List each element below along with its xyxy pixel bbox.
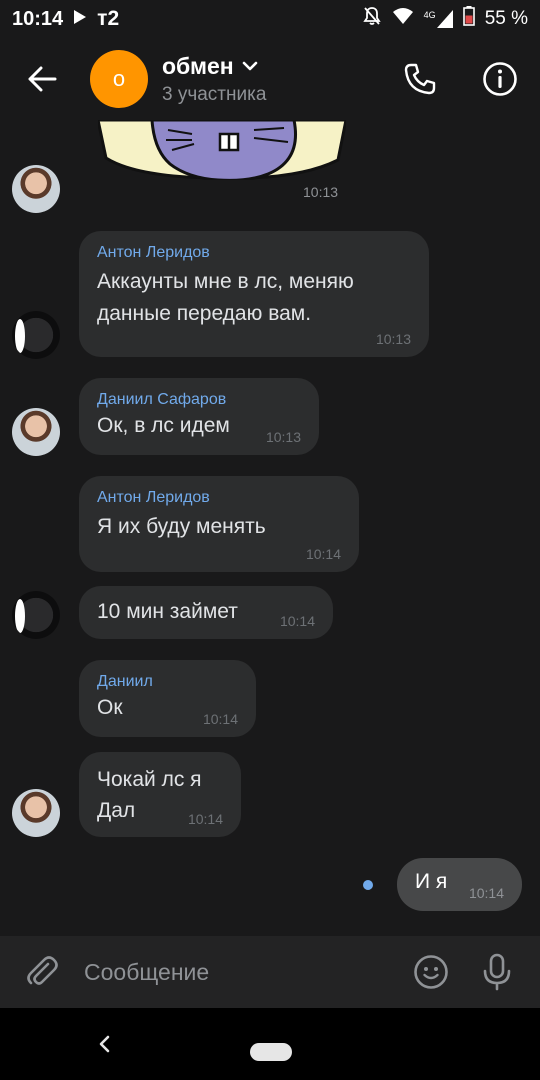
smiley-icon <box>414 955 448 989</box>
notifications-off-icon <box>362 6 382 32</box>
play-icon <box>73 8 87 31</box>
message-time: 10:14 <box>305 546 341 562</box>
message-text: Я их буду менять <box>97 515 266 538</box>
message-input[interactable] <box>84 936 398 1008</box>
attach-button[interactable] <box>0 936 84 1008</box>
chat-avatar-letter: о <box>112 66 126 91</box>
chat-title[interactable]: обмен <box>162 53 266 80</box>
message-composer <box>0 936 540 1008</box>
message-time: 10:14 <box>187 811 223 827</box>
home-pill[interactable] <box>250 1043 292 1061</box>
message-text: И я <box>415 870 448 893</box>
emoji-button[interactable] <box>398 936 464 1008</box>
message-bubble[interactable]: Даниил Сафаров Ок, в лс идем 10:13 <box>79 378 319 455</box>
unread-indicator <box>363 880 373 890</box>
message-time: 10:14 <box>202 711 238 727</box>
avatar[interactable] <box>12 789 60 837</box>
chat-title-text: обмен <box>162 52 234 79</box>
chevron-down-icon <box>242 61 257 71</box>
chat-avatar[interactable]: о <box>90 50 148 108</box>
message-bubble[interactable]: Антон Леридов Я их буду менять 10:14 <box>79 476 359 572</box>
status-time: 10:14 <box>12 7 64 30</box>
chat-title-block[interactable]: обмен 3 участника <box>162 53 266 106</box>
network-type: 4G <box>423 10 436 20</box>
chat-header: о обмен 3 участника <box>0 38 540 120</box>
message-bubble[interactable]: 10 мин займет 10:14 <box>79 586 333 639</box>
back-button[interactable] <box>0 38 84 120</box>
system-back-button[interactable] <box>92 1028 116 1060</box>
message-time: 10:14 <box>279 613 315 629</box>
avatar[interactable] <box>12 591 60 639</box>
wifi-icon <box>392 7 414 31</box>
microphone-icon <box>483 953 511 991</box>
battery-percentage: 55 % <box>484 8 528 29</box>
chat-subtitle: 3 участника <box>162 83 267 105</box>
message-bubble[interactable]: Чокай лс я Дал 10:14 <box>79 752 241 837</box>
call-button[interactable] <box>380 38 460 120</box>
chevron-left-icon <box>99 1035 110 1053</box>
sticker-image[interactable] <box>98 120 346 180</box>
avatar[interactable] <box>12 408 60 456</box>
message-time: 10:13 <box>265 429 301 445</box>
sender-name[interactable]: Даниил <box>97 673 238 691</box>
message-bubble[interactable]: Даниил Ок 10:14 <box>79 660 256 737</box>
info-icon <box>483 62 517 96</box>
message-list[interactable]: 10:13 Антон Леридов Аккаунты мне в лс, м… <box>0 120 540 936</box>
message-text: Аккаунты мне в лс, меняю данные передаю … <box>97 270 354 325</box>
message-time: 10:13 <box>375 331 411 347</box>
sender-name[interactable]: Антон Леридов <box>97 244 411 262</box>
info-button[interactable] <box>460 38 540 120</box>
avatar[interactable] <box>12 165 60 213</box>
arrow-left-icon <box>28 66 57 92</box>
sender-name[interactable]: Антон Леридов <box>97 489 341 507</box>
carrier-name: т2 <box>97 7 120 30</box>
outgoing-message-bubble[interactable]: И я 10:14 <box>397 858 522 911</box>
paperclip-icon <box>27 956 58 985</box>
phone-icon <box>404 63 436 95</box>
sticker-time: 10:13 <box>303 184 339 200</box>
message-bubble[interactable]: Антон Леридов Аккаунты мне в лс, меняю д… <box>79 231 429 357</box>
system-navigation-bar <box>0 1008 540 1080</box>
avatar[interactable] <box>12 311 60 359</box>
message-time: 10:14 <box>468 885 504 901</box>
status-bar: 10:14 т2 4G 55 % <box>0 0 540 38</box>
battery-icon <box>462 6 475 32</box>
signal-icon: 4G <box>424 10 453 28</box>
sender-name[interactable]: Даниил Сафаров <box>97 391 301 409</box>
voice-message-button[interactable] <box>464 936 530 1008</box>
